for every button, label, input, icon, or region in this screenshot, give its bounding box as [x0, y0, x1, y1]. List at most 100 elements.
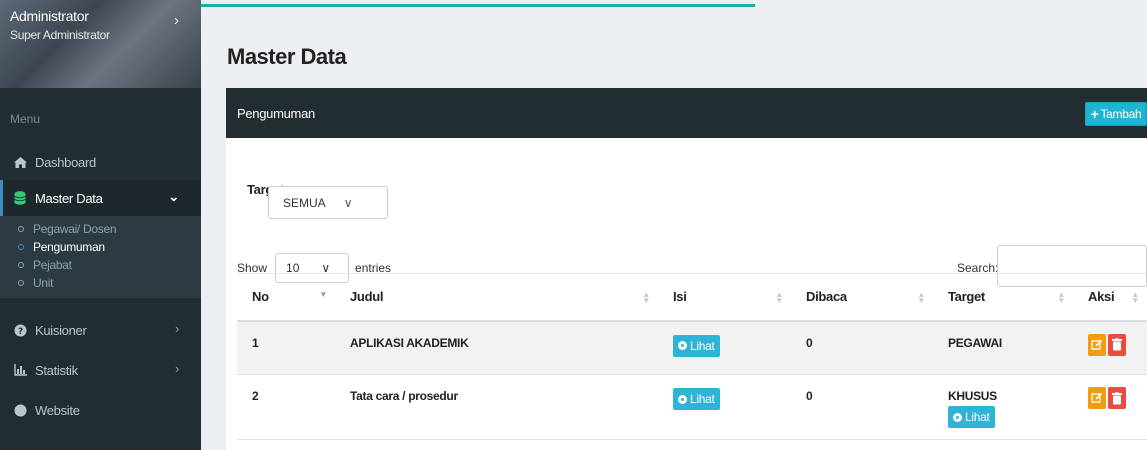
column-header-label: Dibaca — [806, 289, 847, 305]
sidebar-item-label: Kuisioner — [35, 322, 87, 338]
column-header-label: Aksi — [1088, 289, 1115, 305]
user-name: Administrator — [10, 8, 89, 24]
cell-dibaca: 0 — [791, 320, 933, 375]
delete-button[interactable] — [1108, 333, 1126, 356]
cell-judul: Tata cara / prosedur — [335, 374, 658, 440]
box-title: Pengumuman — [237, 106, 315, 121]
edit-icon — [1091, 392, 1103, 403]
database-icon — [10, 191, 30, 205]
target-select-value: SEMUA — [283, 195, 326, 210]
edit-button[interactable] — [1088, 333, 1106, 356]
add-button-label: Tambah — [1100, 107, 1142, 121]
loading-progress-bar — [201, 4, 755, 7]
cell-target: PEGAWAI — [933, 320, 1073, 375]
column-header-no[interactable]: No ▼ — [237, 273, 335, 322]
submenu-item-label: Pengumuman — [33, 240, 105, 254]
submenu-item-pegawai-dosen[interactable]: Pegawai/ Dosen — [0, 220, 201, 238]
submenu-item-unit[interactable]: Unit — [0, 274, 201, 292]
circle-icon — [18, 262, 24, 268]
trash-icon — [1112, 338, 1122, 351]
submenu-item-label: Pejabat — [33, 258, 72, 272]
column-header-judul[interactable]: Judul ▲ ▼ — [335, 273, 658, 322]
sort-icon: ▲ ▼ — [642, 290, 650, 305]
sort-icon: ▲ ▼ — [775, 290, 783, 305]
sidebar-item-label: Dashboard — [35, 154, 96, 170]
circle-icon — [18, 244, 24, 250]
sort-icon: ▲ ▼ — [917, 290, 925, 305]
submenu-item-label: Pegawai/ Dosen — [33, 222, 117, 236]
column-header-isi[interactable]: Isi ▲ ▼ — [658, 273, 791, 322]
cell-aksi — [1073, 374, 1147, 440]
cell-judul: APLIKASI AKADEMIK — [335, 320, 658, 375]
question-circle-icon: ? — [10, 324, 30, 337]
target-select[interactable]: SEMUA ∨ — [268, 186, 388, 219]
chevron-right-icon: › — [174, 361, 179, 376]
column-header-dibaca[interactable]: Dibaca ▲ ▼ — [791, 273, 933, 322]
user-panel[interactable]: Administrator Super Administrator › — [0, 0, 201, 88]
cell-dibaca: 0 — [791, 374, 933, 440]
sidebar-item-label: Website — [35, 402, 80, 418]
column-header-label: Judul — [350, 289, 384, 305]
menu-header: Menu — [10, 112, 41, 126]
column-header-label: No — [252, 289, 269, 305]
submenu-item-pejabat[interactable]: Pejabat — [0, 256, 201, 274]
cell-isi: Lihat — [658, 374, 791, 440]
target-value: KHUSUS — [948, 389, 997, 403]
sidebar-item-statistik[interactable]: Statistik › — [0, 352, 201, 388]
edit-button[interactable] — [1088, 387, 1106, 409]
table-row: 1 APLIKASI AKADEMIK Lihat 0 PEGAWAI — [237, 320, 1147, 375]
circle-icon — [18, 226, 24, 232]
view-button-label: Lihat — [965, 410, 990, 424]
pengumuman-table: No ▼ Judul ▲ ▼ Isi ▲ ▼ Dibaca ▲ ▼ Target ▲ ▼… — [237, 273, 1147, 440]
view-button-label: Lihat — [690, 392, 715, 406]
sidebar-item-label: Master Data — [35, 190, 103, 206]
eye-icon — [678, 394, 687, 404]
table-header-row: No ▼ Judul ▲ ▼ Isi ▲ ▼ Dibaca ▲ ▼ Target ▲ ▼… — [237, 273, 1147, 322]
view-content-button[interactable]: Lihat — [673, 334, 720, 357]
page-title: Master Data — [227, 44, 347, 69]
box-header: Pengumuman + Tambah — [226, 88, 1147, 138]
view-target-button[interactable]: Lihat — [948, 406, 995, 428]
eye-icon — [953, 412, 962, 422]
sidebar-item-label: Statistik — [35, 362, 78, 378]
circle-icon — [18, 280, 24, 286]
sort-desc-icon: ▼ — [319, 290, 327, 299]
cell-target: KHUSUS Lihat — [933, 374, 1073, 440]
sort-icon: ▲ ▼ — [1131, 290, 1139, 305]
view-content-button[interactable]: Lihat — [673, 388, 720, 410]
sidebar-item-website[interactable]: Website — [0, 392, 201, 428]
chevron-down-icon: ∨ — [343, 195, 353, 210]
chevron-down-icon: ⌄ — [168, 189, 179, 204]
cell-no: 2 — [237, 374, 335, 440]
view-button-label: Lihat — [690, 338, 715, 353]
submenu-item-pengumuman[interactable]: Pengumuman — [0, 238, 201, 256]
chevron-right-icon: › — [174, 321, 179, 336]
svg-text:?: ? — [18, 327, 23, 337]
eye-icon — [678, 341, 687, 350]
trash-icon — [1112, 391, 1122, 404]
edit-icon — [1091, 339, 1103, 350]
chevron-right-icon[interactable]: › — [174, 12, 179, 29]
delete-button[interactable] — [1108, 387, 1126, 409]
globe-icon — [10, 404, 30, 417]
sort-icon: ▲ ▼ — [1057, 290, 1065, 305]
table-row: 2 Tata cara / prosedur Lihat 0 KHUSUS Li… — [237, 374, 1147, 440]
submenu-item-label: Unit — [33, 276, 54, 290]
sidebar: Administrator Super Administrator › Menu… — [0, 0, 201, 450]
column-header-aksi[interactable]: Aksi ▲ ▼ — [1073, 273, 1147, 322]
bar-chart-icon — [10, 364, 30, 376]
home-icon — [10, 156, 30, 169]
cell-isi: Lihat — [658, 320, 791, 375]
user-role: Super Administrator — [10, 28, 110, 42]
sidebar-item-dashboard[interactable]: Dashboard — [0, 144, 201, 180]
cell-no: 1 — [237, 320, 335, 375]
sidebar-item-kuisioner[interactable]: ? Kuisioner › — [0, 312, 201, 348]
submenu-master-data: Pegawai/ Dosen Pengumuman Pejabat Unit — [0, 216, 201, 298]
column-header-label: Target — [948, 289, 985, 305]
column-header-target[interactable]: Target ▲ ▼ — [933, 273, 1073, 322]
plus-icon: + — [1090, 106, 1099, 122]
sidebar-item-master-data[interactable]: Master Data ⌄ — [0, 180, 201, 216]
column-header-label: Isi — [673, 289, 687, 305]
add-button[interactable]: + Tambah — [1085, 102, 1147, 126]
cell-aksi — [1073, 320, 1147, 375]
